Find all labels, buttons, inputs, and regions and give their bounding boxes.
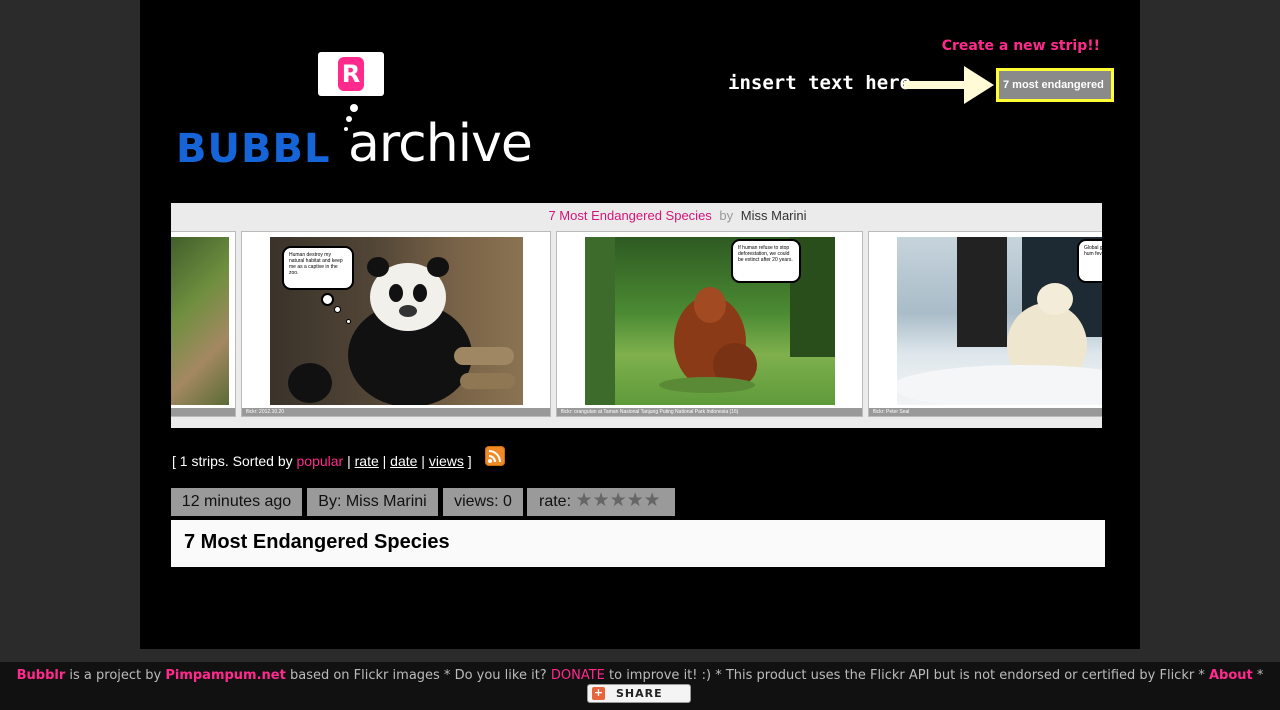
strip-panel: Global getting our hum fever. flickr: Pe… bbox=[868, 231, 1102, 417]
main-container: R BUBBL archive Create a new strip!! ins… bbox=[140, 0, 1140, 649]
logo-letter: R bbox=[338, 57, 364, 91]
footer-text-line: Bubblr is a project by Pimpampum.net bas… bbox=[0, 668, 1280, 683]
sort-date-link[interactable]: date bbox=[390, 453, 417, 469]
panel-caption: flickr: Peter Seal bbox=[869, 408, 1102, 416]
sort-suffix: ] bbox=[467, 453, 472, 469]
sort-views-link[interactable]: views bbox=[429, 453, 464, 469]
logo-dot bbox=[350, 104, 358, 112]
sort-rate-link[interactable]: rate bbox=[355, 453, 379, 469]
donate-link[interactable]: DONATE bbox=[551, 668, 605, 683]
entry-author-link[interactable]: By: Miss Marini bbox=[307, 488, 438, 516]
star-icon[interactable]: ★ bbox=[575, 490, 592, 511]
speech-bubble: Human destroy my natural habitat and kee… bbox=[282, 246, 354, 290]
star-icon[interactable]: ★ bbox=[593, 490, 610, 511]
strip-title-link[interactable]: 7 Most Endangered Species bbox=[548, 208, 711, 223]
polar-bear-image bbox=[897, 237, 1102, 405]
strip-by-label: by bbox=[719, 208, 734, 223]
share-button[interactable]: + SHARE bbox=[587, 684, 691, 703]
strip-panel: If human refuse to stop deforestation, w… bbox=[556, 231, 863, 417]
insert-text-hint: insert text here bbox=[728, 72, 912, 94]
speech-bubble: If human refuse to stop deforestation, w… bbox=[731, 239, 801, 283]
footer-text: based on Flickr images * Do you like it? bbox=[289, 668, 547, 683]
star-icon[interactable]: ★ bbox=[610, 490, 627, 511]
panel-photo bbox=[171, 237, 229, 405]
thought-dot bbox=[334, 306, 341, 313]
footer-text: * bbox=[1256, 668, 1264, 683]
strip-panel: Human destroy my natural habitat and kee… bbox=[241, 231, 551, 417]
strip-panel bbox=[171, 231, 236, 417]
panel-photo bbox=[897, 237, 1102, 405]
footer-text: is a project by bbox=[69, 668, 162, 683]
entry-title[interactable]: 7 Most Endangered Species bbox=[184, 531, 450, 554]
strip-preview[interactable]: 7 Most Endangered Species by Miss Marini bbox=[171, 203, 1102, 428]
thought-dot bbox=[321, 293, 334, 306]
entry-rating: rate: ★★★★★ bbox=[527, 488, 675, 516]
sort-prefix: [ 1 strips. Sorted by bbox=[172, 453, 293, 469]
star-icon[interactable]: ★ bbox=[644, 490, 661, 511]
panel-caption: flickr: orangutan at Taman Nasional Tanj… bbox=[557, 408, 862, 416]
create-new-strip-link[interactable]: Create a new strip!! bbox=[942, 38, 1100, 54]
strip-title-line: 7 Most Endangered Species by Miss Marini bbox=[171, 208, 1102, 223]
bubblarchive-logo[interactable]: R BUBBL archive bbox=[176, 50, 556, 180]
entry-title-box: 7 Most Endangered Species bbox=[171, 520, 1105, 567]
thought-dot bbox=[346, 319, 351, 324]
star-icon[interactable]: ★ bbox=[627, 490, 644, 511]
speech-bubble: Global getting our hum fever. bbox=[1077, 239, 1102, 283]
logo-bubbl-text: BUBBL bbox=[176, 126, 331, 172]
rate-label: rate: bbox=[539, 493, 572, 510]
strip-search-input[interactable] bbox=[996, 68, 1114, 102]
logo-archive-text: archive bbox=[348, 114, 533, 174]
share-plus-icon: + bbox=[592, 686, 605, 700]
entry-views-badge: views: 0 bbox=[443, 488, 523, 516]
entry-time-badge: 12 minutes ago bbox=[171, 488, 302, 516]
rss-feed-icon[interactable] bbox=[485, 446, 505, 466]
sort-popular[interactable]: popular bbox=[297, 453, 344, 469]
about-link[interactable]: About bbox=[1209, 668, 1253, 683]
share-label: SHARE bbox=[616, 687, 663, 700]
sort-line: [ 1 strips. Sorted by popular | rate | d… bbox=[172, 453, 472, 469]
bubblr-link[interactable]: Bubblr bbox=[17, 668, 66, 683]
footer-text: to improve it! :) * This product uses th… bbox=[609, 668, 1205, 683]
panel-caption: flickr: 2012.10.20 bbox=[242, 408, 550, 416]
pimpampum-link[interactable]: Pimpampum.net bbox=[165, 668, 286, 683]
arrow-right-icon bbox=[904, 66, 994, 104]
panel-caption bbox=[171, 408, 235, 416]
strip-author[interactable]: Miss Marini bbox=[741, 208, 807, 223]
logo-speech-bubble: R bbox=[318, 52, 384, 96]
